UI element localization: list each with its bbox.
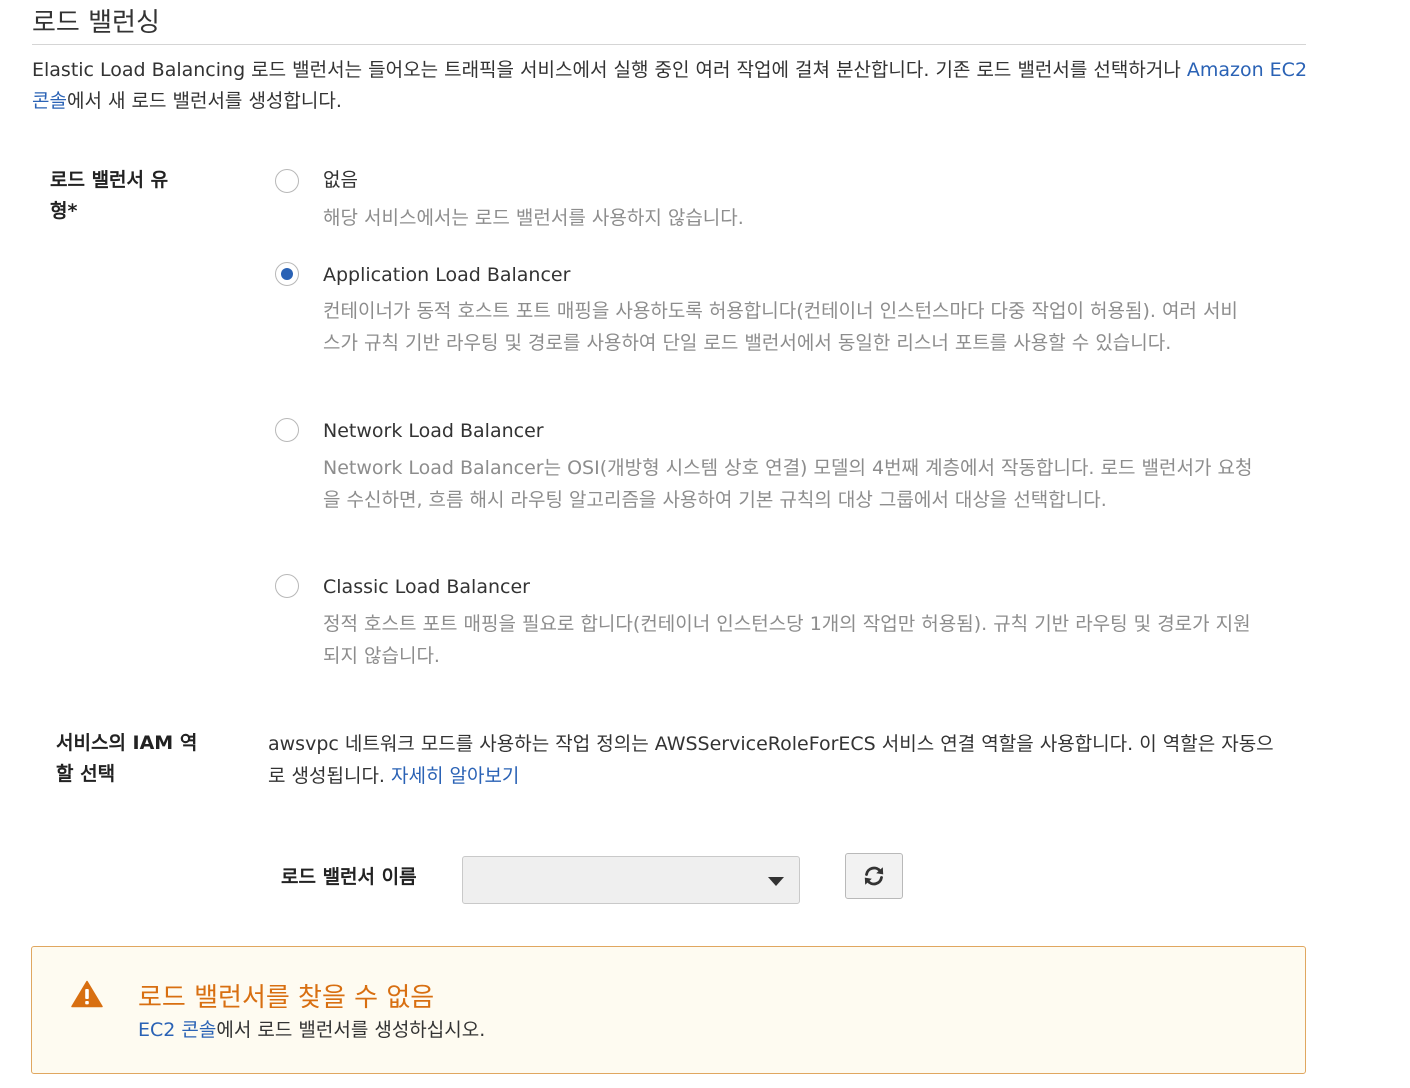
- option-nlb-title[interactable]: Network Load Balancer: [323, 418, 544, 444]
- iam-role-label-line2: 할 선택: [56, 763, 116, 785]
- lb-type-label: 로드 밸런서 유 형*: [50, 165, 168, 227]
- option-alb-title[interactable]: Application Load Balancer: [323, 262, 570, 288]
- lb-type-label-line2: 형*: [50, 200, 78, 222]
- section-title: 로드 밸런싱: [32, 8, 160, 38]
- radio-classic-load-balancer[interactable]: [275, 574, 299, 598]
- learn-more-link[interactable]: 자세히 알아보기: [391, 765, 519, 787]
- option-nlb-desc: Network Load Balancer는 OSI(개방형 시스템 상호 연결…: [323, 457, 1253, 511]
- refresh-button[interactable]: [845, 853, 903, 899]
- option-alb-desc: 컨테이너가 동적 호스트 포트 매핑을 사용하도록 허용합니다(컨테이너 인스턴…: [323, 300, 1238, 354]
- lb-type-label-line1: 로드 밸런서 유: [50, 169, 169, 191]
- radio-network-load-balancer[interactable]: [275, 418, 299, 442]
- lb-name-select[interactable]: [462, 856, 800, 904]
- section-intro: Elastic Load Balancing 로드 밸런서는 들어오는 트래픽을…: [32, 55, 1312, 117]
- chevron-down-icon: [768, 877, 784, 886]
- load-balancing-page: 로드 밸런싱 Elastic Load Balancing 로드 밸런서는 들어…: [0, 0, 1410, 1088]
- no-load-balancer-alert: 로드 밸런서를 찾을 수 없음 EC2 콘솔에서 로드 밸런서를 생성하십시오.: [31, 946, 1306, 1074]
- refresh-icon: [864, 866, 884, 886]
- option-clb-title[interactable]: Classic Load Balancer: [323, 574, 530, 600]
- alert-body-text: 에서 로드 밸런서를 생성하십시오.: [216, 1019, 486, 1041]
- alert-body: EC2 콘솔에서 로드 밸런서를 생성하십시오.: [138, 1015, 485, 1042]
- radio-application-load-balancer[interactable]: [275, 262, 299, 286]
- alert-title: 로드 밸런서를 찾을 수 없음: [138, 983, 435, 1013]
- option-clb-desc: 정적 호스트 포트 매핑을 필요로 합니다(컨테이너 인스턴스당 1개의 작업만…: [323, 613, 1251, 667]
- iam-role-label: 서비스의 IAM 역 할 선택: [56, 728, 197, 790]
- ec2-console-link[interactable]: EC2 콘솔: [138, 1019, 216, 1041]
- option-none-desc: 해당 서비스에서는 로드 밸런서를 사용하지 않습니다.: [323, 207, 744, 229]
- radio-none[interactable]: [275, 169, 299, 193]
- iam-role-description: awsvpc 네트워크 모드를 사용하는 작업 정의는 AWSServiceRo…: [268, 728, 1288, 792]
- lb-name-label: 로드 밸런서 이름: [281, 866, 417, 888]
- warning-icon: [71, 980, 103, 1008]
- iam-role-label-line1: 서비스의 IAM 역: [56, 732, 198, 754]
- intro-text-end: 에서 새 로드 밸런서를 생성합니다.: [66, 90, 342, 112]
- intro-text: Elastic Load Balancing 로드 밸런서는 들어오는 트래픽을…: [32, 59, 1187, 81]
- option-none-title[interactable]: 없음: [323, 167, 358, 193]
- title-divider: [32, 44, 1306, 45]
